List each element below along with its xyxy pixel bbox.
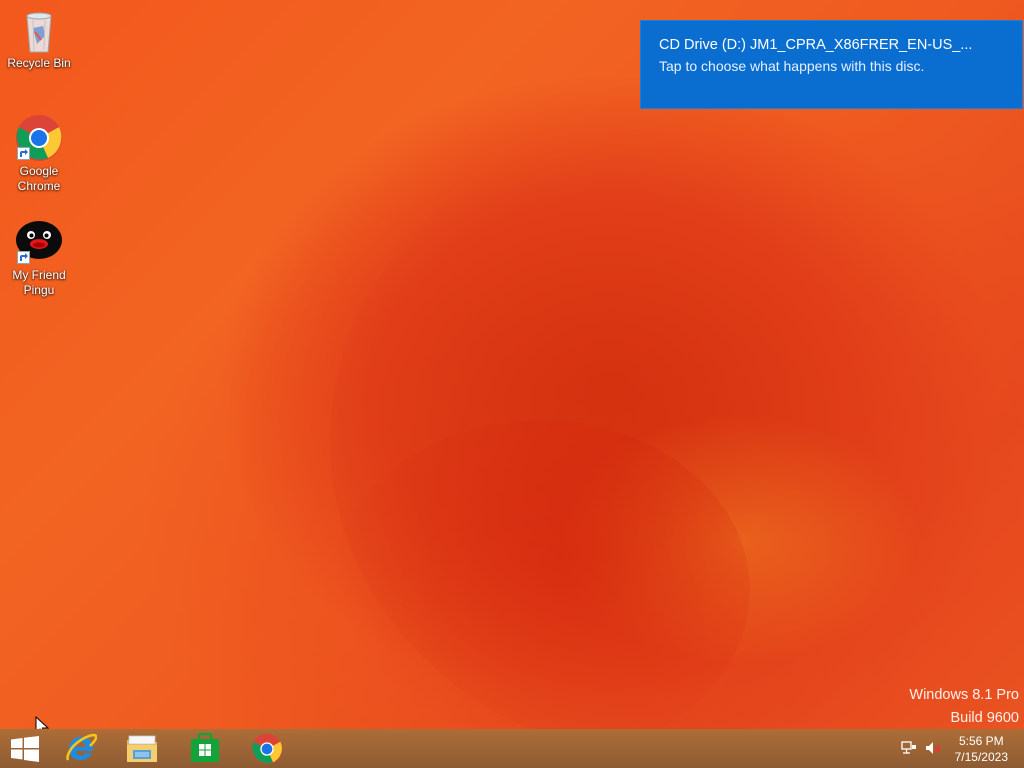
clock-time: 5:56 PM <box>958 734 1004 748</box>
shortcut-arrow-icon <box>17 147 30 160</box>
desktop[interactable]: Recycle Bin Google Chrome My Friend Ping… <box>0 0 1024 768</box>
autoplay-notification[interactable]: CD Drive (D:) JM1_CPRA_X86FRER_EN-US_...… <box>640 20 1023 109</box>
taskbar-google-chrome[interactable] <box>237 729 295 768</box>
notification-message: Tap to choose what happens with this dis… <box>659 58 925 74</box>
recycle-bin-icon <box>15 6 63 54</box>
desktop-icon-my-friend-pingu[interactable]: My Friend Pingu <box>2 218 76 298</box>
volume-muted-icon[interactable] <box>924 739 942 757</box>
taskbar-clock[interactable]: 5:56 PM 7/15/2023 <box>955 733 1008 765</box>
start-button[interactable] <box>0 729 50 768</box>
taskbar-windows-store[interactable] <box>175 729 233 768</box>
shortcut-arrow-icon <box>17 251 30 264</box>
internet-explorer-icon <box>66 733 97 761</box>
windows-store-icon <box>191 733 219 762</box>
watermark-edition: Windows 8.1 Pro <box>909 687 1019 703</box>
desktop-icon-label: My Friend Pingu <box>12 268 66 297</box>
chrome-icon <box>251 733 283 765</box>
taskbar: 5:56 PM 7/15/2023 <box>0 729 1024 768</box>
file-explorer-icon <box>127 735 157 762</box>
network-icon[interactable] <box>900 739 918 757</box>
wallpaper-swirl-inner <box>330 420 750 760</box>
notification-title: CD Drive (D:) JM1_CPRA_X86FRER_EN-US_... <box>659 37 973 53</box>
windows-logo-icon <box>11 736 39 762</box>
desktop-icon-label: Recycle Bin <box>7 56 71 70</box>
chrome-icon <box>15 114 63 162</box>
desktop-icon-label: Google Chrome <box>17 164 61 193</box>
pingu-icon <box>15 218 63 266</box>
windows-watermark: Windows 8.1 Pro Build 9600 <box>909 684 1019 730</box>
wallpaper-swirl <box>330 120 1024 760</box>
watermark-build: Build 9600 <box>950 710 1019 726</box>
clock-date: 7/15/2023 <box>954 750 1008 764</box>
desktop-icon-google-chrome[interactable]: Google Chrome <box>2 114 76 194</box>
taskbar-internet-explorer[interactable] <box>52 729 110 768</box>
system-tray: 5:56 PM 7/15/2023 <box>884 729 1024 768</box>
taskbar-file-explorer[interactable] <box>113 729 171 768</box>
desktop-icon-recycle-bin[interactable]: Recycle Bin <box>2 6 76 71</box>
